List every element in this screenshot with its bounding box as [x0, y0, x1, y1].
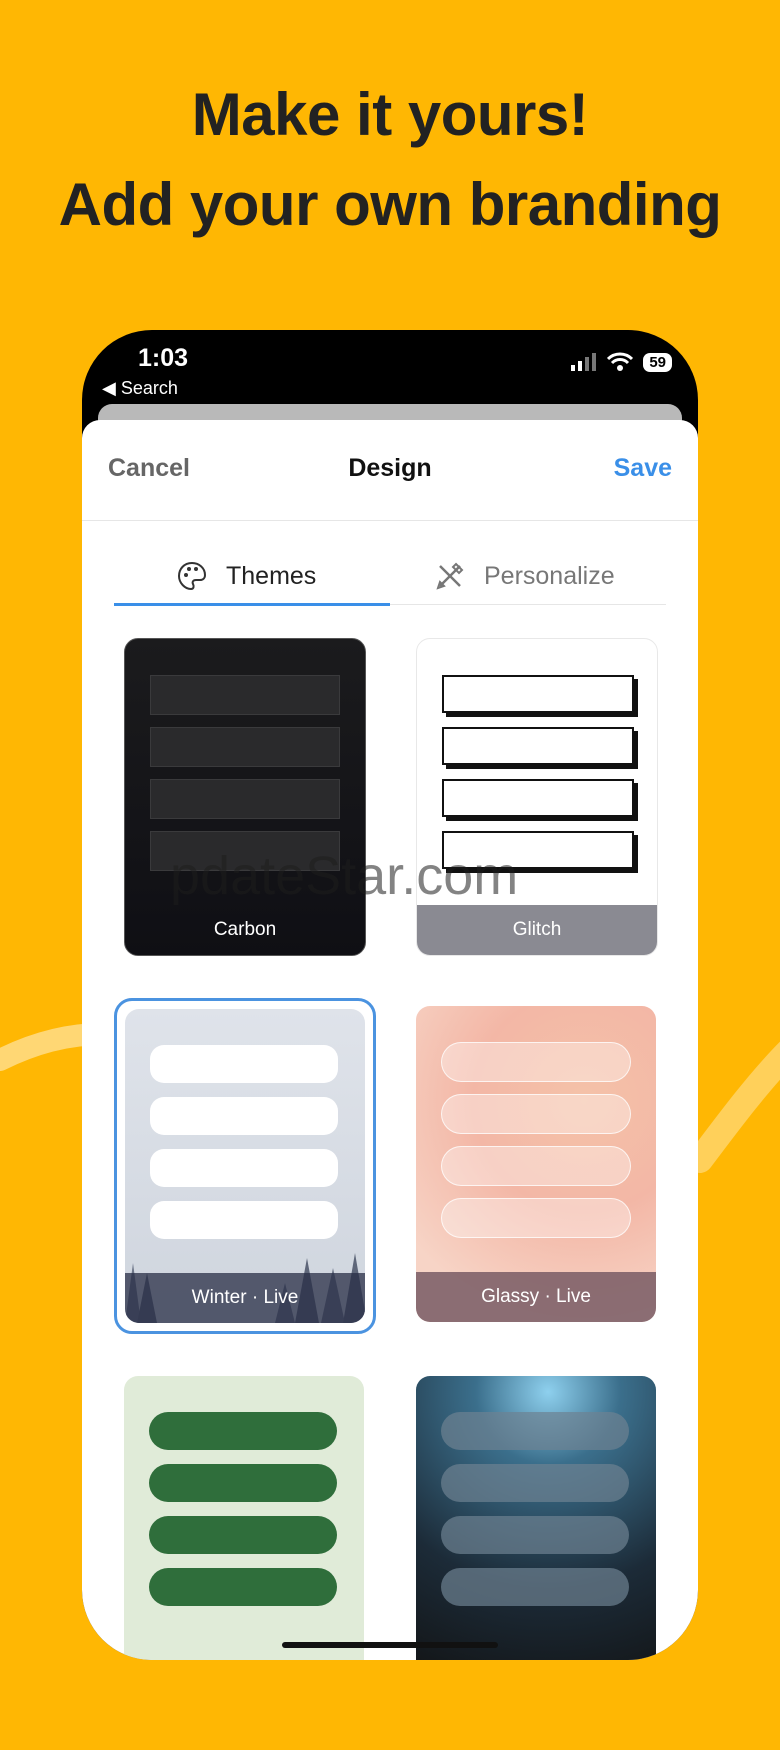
save-button[interactable]: Save: [614, 454, 672, 483]
theme-label: Glitch: [417, 905, 657, 955]
theme-label: Carbon: [213, 919, 277, 940]
tools-icon: [436, 562, 464, 590]
nav-bar: Cancel Design Save: [82, 420, 698, 521]
theme-preview-bar: [441, 1146, 631, 1186]
tab-bar: Themes Personalize: [114, 548, 666, 606]
theme-card-glitch[interactable]: Glitch: [416, 638, 658, 956]
status-time: 1:03: [138, 344, 189, 372]
theme-preview-bar: [150, 727, 340, 767]
theme-preview-bar: [150, 779, 340, 819]
tab-themes[interactable]: Themes: [176, 548, 316, 604]
headline-line-2: Add your own branding: [58, 171, 722, 238]
theme-card-green[interactable]: [124, 1376, 364, 1660]
theme-preview-bar: [441, 1412, 629, 1450]
theme-preview-bar: [442, 779, 634, 817]
theme-preview-bar: [149, 1412, 337, 1450]
theme-preview-bar: [441, 1516, 629, 1554]
palette-icon: [177, 561, 207, 591]
theme-label: Glassy · Live: [416, 1272, 656, 1322]
theme-preview-bar: [441, 1094, 631, 1134]
theme-preview-bar: [150, 1097, 338, 1135]
battery-indicator: 59: [643, 352, 672, 372]
theme-preview-bar: [441, 1464, 629, 1502]
theme-preview-bar: [441, 1568, 629, 1606]
theme-preview-bar: [442, 675, 634, 713]
watermark: pdateStar.com: [170, 846, 519, 906]
theme-card-winter[interactable]: Winter · Live: [125, 1009, 365, 1323]
theme-preview-bar: [150, 675, 340, 715]
phone-mockup: 1:03 ◀ Search 59 Cancel Design Save Them…: [82, 330, 698, 1660]
tab-themes-label: Themes: [226, 561, 317, 590]
selected-tab-indicator: [114, 603, 390, 606]
wifi-icon: [607, 352, 634, 371]
nav-title: Design: [348, 454, 432, 482]
theme-preview-bar: [150, 1045, 338, 1083]
cellular-signal-icon: [571, 353, 597, 371]
tab-personalize-label: Personalize: [484, 561, 615, 590]
theme-card-rain[interactable]: [416, 1376, 656, 1660]
selected-theme-outline: Winter · Live: [114, 998, 376, 1334]
tab-personalize[interactable]: Personalize: [434, 548, 615, 604]
theme-preview-bar: [442, 727, 634, 765]
theme-preview-bar: [149, 1464, 337, 1502]
home-indicator[interactable]: [282, 1642, 498, 1648]
theme-preview-bar: [150, 1149, 338, 1187]
design-sheet: Cancel Design Save Themes Personalize Ca…: [82, 420, 698, 1660]
theme-label: Winter · Live: [125, 1273, 365, 1323]
headline-line-1: Make it yours!: [191, 81, 589, 148]
theme-preview-bar: [441, 1042, 631, 1082]
back-to-search-link[interactable]: ◀ Search: [102, 378, 178, 399]
theme-card-carbon[interactable]: Carbon: [124, 638, 366, 956]
theme-preview-bar: [149, 1568, 337, 1606]
theme-preview-bar: [149, 1516, 337, 1554]
status-icons: 59: [571, 352, 672, 372]
theme-preview-bar: [441, 1198, 631, 1238]
theme-card-glassy[interactable]: Glassy · Live: [416, 1006, 656, 1322]
